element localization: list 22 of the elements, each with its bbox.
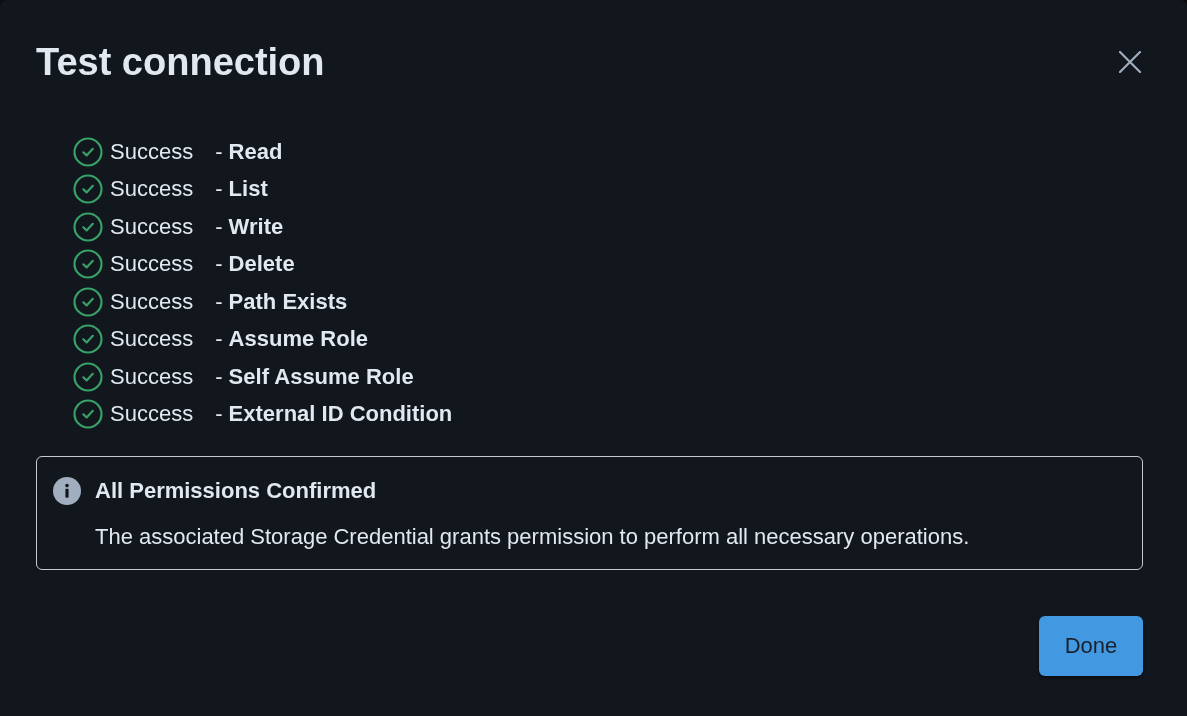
status-text: Success	[110, 400, 194, 429]
check-label: - Delete	[215, 250, 295, 279]
alert-message: The associated Storage Credential grants permission to perform all necessary operations.	[95, 523, 970, 551]
alert-title: All Permissions Confirmed	[95, 477, 378, 505]
status-text: Success	[110, 287, 194, 316]
check-label: - Read	[215, 137, 283, 166]
status-text: Success	[110, 175, 194, 204]
done-button[interactable]: Done	[1039, 616, 1143, 676]
status-text: Success	[110, 362, 194, 391]
status-text: Success	[110, 250, 194, 279]
check-label: - Assume Role	[215, 325, 368, 354]
status-text: Success	[110, 137, 194, 166]
check-label: - Path Exists	[215, 287, 348, 316]
status-text: Success	[110, 212, 194, 241]
status-text: Success	[110, 325, 194, 354]
check-label: - List	[215, 175, 268, 204]
dialog-title: Test connection	[36, 40, 325, 85]
check-label: - External ID Condition	[215, 400, 453, 429]
check-label: - Self Assume Role	[215, 362, 414, 391]
info-icon	[53, 477, 81, 505]
check-label: - Write	[215, 212, 284, 241]
close-icon	[1119, 51, 1141, 73]
